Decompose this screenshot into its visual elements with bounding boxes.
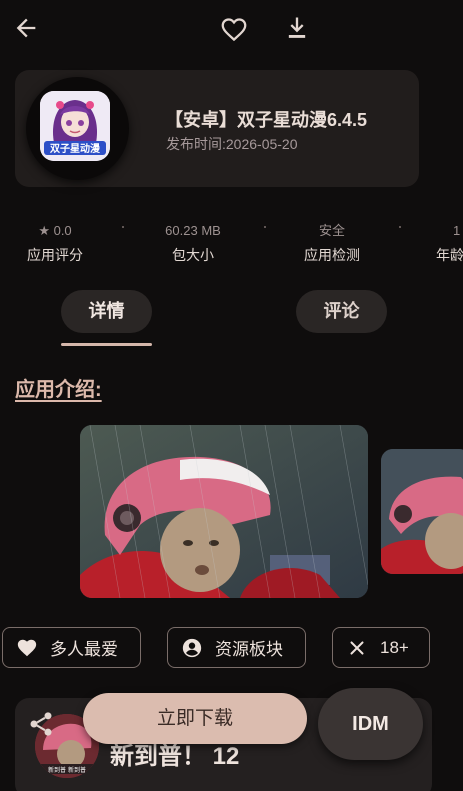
- tag-chip-label: 多人最爱: [50, 640, 118, 659]
- active-tab-indicator: [61, 343, 152, 346]
- stat-age-label: 年龄: [436, 247, 463, 263]
- stat-divider: [264, 226, 266, 228]
- tag-chip-label: 资源板块: [215, 640, 283, 659]
- screenshot-image[interactable]: [80, 425, 368, 598]
- stat-size-label: 包大小: [172, 247, 214, 263]
- stat-age-value: 1: [453, 223, 461, 238]
- share-icon[interactable]: [27, 710, 55, 738]
- tab-comments[interactable]: 评论: [296, 290, 387, 333]
- close-icon: [350, 640, 364, 655]
- app-icon-label: 双子星动漫: [50, 142, 101, 155]
- release-date: 发布时间:2026-05-20: [166, 136, 298, 152]
- stat-security-value: 安全: [318, 223, 345, 238]
- stats-row: ★ 0.0 应用评分 60.23 MB 包大小 安全 应用检测 1 年龄: [0, 222, 463, 272]
- tag-chip-age[interactable]: 18+: [332, 627, 430, 668]
- favorite-heart-icon[interactable]: [219, 14, 249, 44]
- top-bar: [0, 0, 463, 58]
- tab-details[interactable]: 详情: [61, 290, 152, 333]
- back-arrow-icon[interactable]: [12, 14, 40, 42]
- tag-chip-label: 18+: [380, 637, 409, 657]
- app-info-card: 双子星动漫 【安卓】双子星动漫6.4.5 发布时间:2026-05-20: [15, 70, 419, 187]
- stat-rating: ★ 0.0 应用评分: [5, 222, 105, 265]
- stat-size-value: 60.23 MB: [165, 223, 221, 238]
- stat-rating-value: ★ 0.0: [38, 223, 72, 238]
- screenshot-image[interactable]: [381, 449, 463, 574]
- screenshot-art: [381, 449, 463, 574]
- screenshot-art: [80, 425, 368, 598]
- tag-chip-favorite[interactable]: 多人最爱: [2, 627, 141, 668]
- app-icon-art: 双子星动漫: [40, 91, 110, 161]
- stat-divider: [399, 226, 401, 228]
- app-icon-frame: 双子星动漫: [26, 77, 129, 180]
- post-avatar-caption: 新到普 新到普: [48, 766, 86, 774]
- app-title: 【安卓】双子星动漫6.4.5: [165, 110, 368, 130]
- stat-divider: [122, 226, 124, 228]
- tag-chip-resources[interactable]: 资源板块: [167, 627, 306, 668]
- stat-rating-label: 应用评分: [27, 247, 83, 263]
- idm-button[interactable]: IDM: [318, 688, 423, 760]
- stat-security: 安全 应用检测: [282, 222, 382, 265]
- stat-security-label: 应用检测: [304, 247, 360, 263]
- stat-size: 60.23 MB 包大小: [143, 222, 243, 265]
- download-icon[interactable]: [283, 13, 311, 43]
- download-now-button[interactable]: 立即下载: [83, 693, 307, 744]
- heart-icon: [17, 639, 37, 656]
- account-circle-icon: [182, 638, 202, 657]
- intro-section-title: 应用介绍:: [15, 379, 102, 401]
- app-icon: 双子星动漫: [40, 91, 110, 161]
- stat-age: 1 年龄: [436, 222, 463, 265]
